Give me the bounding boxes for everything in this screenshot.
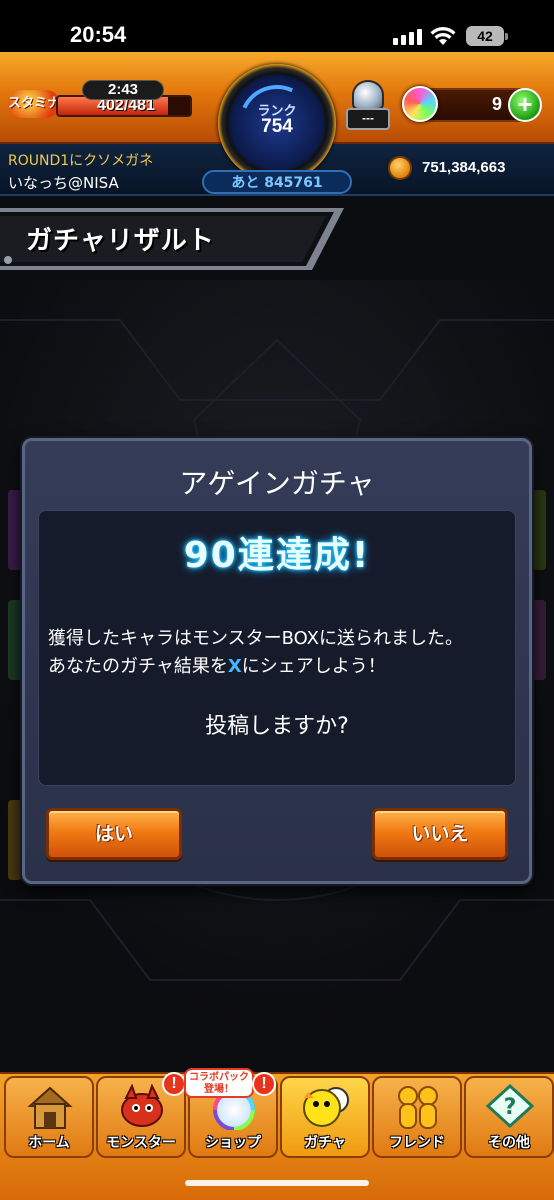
nav-other[interactable]: ? その他: [464, 1076, 554, 1158]
home-indicator: [185, 1180, 369, 1186]
message-line-2: あなたのガチャ結果をXにシェアしよう！: [48, 652, 386, 678]
nav-gacha[interactable]: ガチャ: [280, 1076, 370, 1158]
stamina-timer: 2:43: [82, 80, 164, 100]
cellular-signal-icon: [393, 29, 422, 45]
collab-pack-badge: コラボパック 登場！: [184, 1068, 254, 1098]
monster-alert-badge: !: [162, 1072, 186, 1096]
status-time: 20:54: [70, 22, 127, 47]
wifi-icon: [430, 27, 456, 45]
other-icon: ?: [485, 1084, 535, 1129]
svg-text:?: ?: [504, 1095, 517, 1120]
rank-value: 754: [261, 116, 293, 137]
achievement-text: 90連達成!: [183, 535, 371, 576]
orb-icon: [402, 86, 438, 122]
nav-label-gacha: ガチャ: [304, 1135, 346, 1151]
nav-label-friend: フレンド: [389, 1135, 445, 1151]
rank-next-exp: あと 845761: [202, 170, 352, 194]
message-line-1: 獲得したキャラはモンスターBOXに送られました。: [48, 628, 464, 649]
add-orb-button[interactable]: +: [508, 88, 542, 122]
player-name: いなっち@NISA: [8, 174, 119, 192]
monster-icon: [121, 1084, 163, 1127]
nav-home[interactable]: ホーム: [4, 1076, 94, 1158]
dialog-title: アゲインガチャ: [179, 467, 375, 500]
nav-label-monster: モンスター: [106, 1135, 176, 1151]
message-line-2-after: にシェアしよう！: [241, 656, 386, 677]
home-icon: [27, 1086, 73, 1129]
coin-value: 751,384,663: [422, 159, 506, 176]
status-bar: 20:54 42: [0, 0, 554, 52]
battery-icon: 42: [466, 26, 508, 46]
gacha-icon: [303, 1087, 349, 1127]
collab-pack-line1: コラボパック: [189, 1072, 249, 1083]
gacha-machine-dome: [352, 80, 384, 110]
gacha-machine-icon[interactable]: ---: [346, 80, 390, 130]
gacha-counter: ---: [346, 108, 390, 130]
collab-pack-line2: 登場！: [204, 1084, 234, 1095]
yes-button[interactable]: はい: [46, 808, 182, 860]
no-button[interactable]: いいえ: [372, 808, 508, 860]
orb-count: 9: [491, 94, 502, 114]
nav-label-home: ホーム: [28, 1135, 70, 1151]
stamina-label: スタミナ: [8, 90, 60, 118]
event-ticker: ROUND1にクソメガネ: [8, 153, 154, 169]
friend-icon: [398, 1086, 438, 1129]
confirm-question: 投稿しますか?: [205, 714, 349, 739]
x-brand-text: X: [227, 656, 242, 677]
nav-label-other: その他: [488, 1135, 530, 1151]
page-title: ガチャリザルト: [26, 226, 215, 256]
message-line-2-before: あなたのガチャ結果を: [48, 656, 228, 677]
nav-label-shop: ショップ: [205, 1135, 261, 1151]
coin-icon: [388, 156, 412, 180]
shop-alert-badge: !: [252, 1072, 276, 1096]
nav-friend[interactable]: フレンド: [372, 1076, 462, 1158]
